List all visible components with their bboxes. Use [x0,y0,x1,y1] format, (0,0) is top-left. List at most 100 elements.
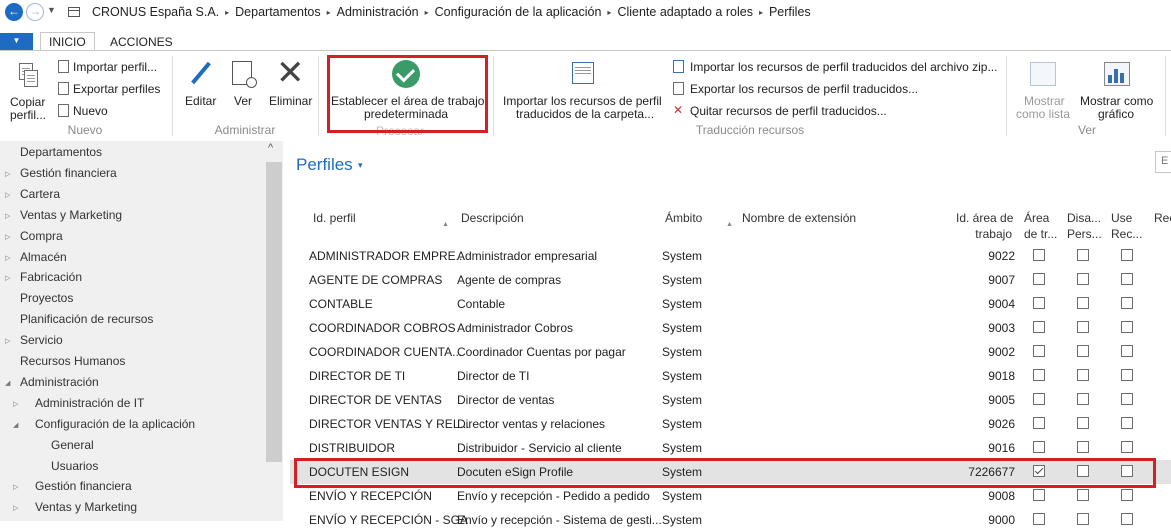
export-translated-button[interactable]: Exportar los recursos de perfil traducid… [690,82,918,96]
nav-item[interactable]: Gestión financiera [35,479,132,493]
expanded-arrow-icon[interactable]: ◢ [13,421,18,429]
collapsed-arrow-icon[interactable]: ▷ [13,504,18,512]
use-record-checkbox[interactable] [1121,417,1133,429]
collapsed-arrow-icon[interactable]: ▷ [5,212,10,220]
table-row[interactable]: COORDINADOR COBROS Administrador Cobros Sy… [290,316,1171,340]
set-default-workspace-button[interactable]: Establecer el área de trabajo [331,94,484,108]
collapsed-arrow-icon[interactable]: ▷ [5,254,10,262]
nav-item[interactable]: Compra [20,229,63,243]
disable-personalization-checkbox[interactable] [1077,321,1089,333]
disable-personalization-checkbox[interactable] [1077,465,1089,477]
use-record-checkbox[interactable] [1121,441,1133,453]
nav-item[interactable]: Almacén [20,250,67,264]
expanded-arrow-icon[interactable]: ◢ [5,379,10,387]
import-translated-folder-button[interactable]: Importar los recursos de perfil [503,94,662,108]
nav-item[interactable]: General [51,438,94,452]
breadcrumb-item[interactable]: Administración [337,5,419,19]
column-header-id[interactable]: Id. perfil [313,210,356,226]
show-as-list-button[interactable]: Mostrar [1024,94,1065,108]
column-header-description[interactable]: Descripción [461,210,524,226]
copy-profile-button-line2[interactable]: perfil... [10,108,46,122]
disable-personalization-checkbox[interactable] [1077,417,1089,429]
back-button[interactable]: ← [5,3,23,21]
nav-item[interactable]: Departamentos [20,145,102,159]
breadcrumb-item-current[interactable]: Perfiles [769,5,811,19]
collapsed-arrow-icon[interactable]: ▷ [5,233,10,241]
table-row[interactable]: DIRECTOR VENTAS Y REL... Director ventas … [290,412,1171,436]
remove-translated-button[interactable]: Quitar recursos de perfil traducidos... [690,104,887,118]
nav-item[interactable]: Cartera [20,187,60,201]
nav-item[interactable]: Gestión financiera [20,166,117,180]
collapsed-arrow-icon[interactable]: ▷ [13,400,18,408]
collapsed-arrow-icon[interactable]: ▷ [5,170,10,178]
disable-personalization-checkbox[interactable] [1077,513,1089,525]
set-default-workspace-button-line2[interactable]: predeterminada [364,107,448,121]
default-workspace-checkbox[interactable] [1033,489,1045,501]
column-header-workspace-id[interactable]: Id. área de trabajo [956,210,1013,242]
use-record-checkbox[interactable] [1121,345,1133,357]
default-workspace-checkbox[interactable] [1033,465,1045,477]
use-record-checkbox[interactable] [1121,321,1133,333]
disable-personalization-checkbox[interactable] [1077,297,1089,309]
view-button[interactable]: Ver [234,94,252,108]
nav-item[interactable]: Administración [20,375,99,389]
show-as-chart-button-line2[interactable]: gráfico [1098,107,1134,121]
disable-personalization-checkbox[interactable] [1077,489,1089,501]
nav-scroll-up-icon[interactable]: ^ [268,142,273,154]
import-profile-button[interactable]: Importar perfil... [73,60,157,74]
default-workspace-checkbox[interactable] [1033,393,1045,405]
disable-personalization-checkbox[interactable] [1077,273,1089,285]
default-workspace-checkbox[interactable] [1033,417,1045,429]
table-row[interactable]: CONTABLE Contable System 9004 [290,292,1171,316]
breadcrumb-item[interactable]: CRONUS España S.A. [92,5,219,19]
table-row[interactable]: ENVÍO Y RECEPCIÓN Envío y recepción - Ped… [290,484,1171,508]
use-record-checkbox[interactable] [1121,273,1133,285]
search-input[interactable]: E [1155,151,1171,173]
show-as-list-button-line2[interactable]: como lista [1016,107,1070,121]
tab-acciones[interactable]: ACCIONES [110,35,173,49]
disable-personalization-checkbox[interactable] [1077,441,1089,453]
nav-item[interactable]: Planificación de recursos [20,312,153,326]
title-dropdown-icon[interactable]: ▾ [358,160,363,171]
column-header-use-record[interactable]: Use Rec... [1111,210,1142,242]
import-translated-zip-button[interactable]: Importar los recursos de perfil traducid… [690,60,997,74]
nav-scroll-thumb[interactable] [266,162,282,462]
export-profiles-button[interactable]: Exportar perfiles [73,82,160,96]
default-workspace-checkbox[interactable] [1033,345,1045,357]
nav-item[interactable]: Recursos Humanos [20,354,125,368]
use-record-checkbox[interactable] [1121,249,1133,261]
use-record-checkbox[interactable] [1121,489,1133,501]
nav-item[interactable]: Proyectos [20,291,73,305]
default-workspace-checkbox[interactable] [1033,249,1045,261]
column-header-extension[interactable]: Nombre de extensión [742,210,856,226]
collapsed-arrow-icon[interactable]: ▷ [5,337,10,345]
table-row[interactable]: ADMINISTRADOR EMPRE... Administrador empr… [290,244,1171,268]
disable-personalization-checkbox[interactable] [1077,249,1089,261]
default-workspace-checkbox[interactable] [1033,297,1045,309]
use-record-checkbox[interactable] [1121,369,1133,381]
breadcrumb-item[interactable]: Cliente adaptado a roles [617,5,753,19]
default-workspace-checkbox[interactable] [1033,321,1045,333]
show-as-chart-button[interactable]: Mostrar como [1080,94,1153,108]
use-record-checkbox[interactable] [1121,297,1133,309]
nav-item[interactable]: Administración de IT [35,396,144,410]
use-record-checkbox[interactable] [1121,393,1133,405]
forward-button[interactable]: → [26,3,44,21]
collapsed-arrow-icon[interactable]: ▷ [13,483,18,491]
disable-personalization-checkbox[interactable] [1077,393,1089,405]
default-workspace-checkbox[interactable] [1033,273,1045,285]
nav-item[interactable]: Ventas y Marketing [35,500,137,514]
table-row[interactable]: COORDINADOR CUENTA... Coordinador Cuentas… [290,340,1171,364]
use-record-checkbox[interactable] [1121,513,1133,525]
nav-item[interactable]: Usuarios [51,459,98,473]
default-workspace-checkbox[interactable] [1033,513,1045,525]
nav-item[interactable]: Configuración de la aplicación [35,417,195,431]
edit-button[interactable]: Editar [185,94,216,108]
table-row[interactable]: DIRECTOR DE VENTAS Director de ventas Syst… [290,388,1171,412]
table-row[interactable]: AGENTE DE COMPRAS Agente de compras System… [290,268,1171,292]
app-menu-button[interactable]: ▼ [0,33,33,50]
default-workspace-checkbox[interactable] [1033,369,1045,381]
column-header-rec[interactable]: Rec [1154,210,1171,226]
nav-item[interactable]: Ventas y Marketing [20,208,122,222]
column-header-scope[interactable]: Ámbito [665,210,702,226]
